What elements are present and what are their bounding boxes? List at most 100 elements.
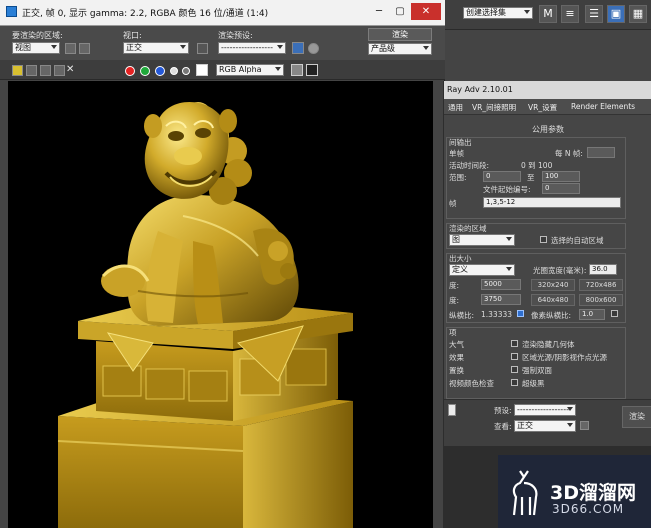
frames-field[interactable]: 1,3,5-12	[483, 197, 621, 208]
preset-dropdown[interactable]: ------------------	[218, 42, 286, 54]
footer-render-button[interactable]: 渲染	[622, 406, 651, 428]
alpha-channel-toggle[interactable]	[170, 67, 178, 75]
render-setup-icon[interactable]	[292, 42, 304, 54]
green-channel-toggle[interactable]	[140, 66, 150, 76]
blue-channel-toggle[interactable]	[155, 66, 165, 76]
preset-320x240[interactable]: 320x240	[531, 279, 575, 291]
render-frame-window: 正交, 帧 0, 显示 gamma: 2.2, RGBA 颜色 16 位/通道 …	[0, 0, 445, 528]
aperture-label: 光圈宽度(毫米):	[533, 266, 587, 275]
range-option[interactable]: 范围:	[449, 172, 467, 183]
environment-icon[interactable]	[308, 43, 319, 54]
opt-super-black: 超级黑	[522, 379, 545, 388]
preset-640x480[interactable]: 640x480	[531, 294, 575, 306]
render-mode-dropdown[interactable]	[448, 404, 456, 416]
copy-image-icon[interactable]	[26, 65, 37, 76]
time-output-label: 间输出	[449, 138, 472, 147]
print-icon[interactable]	[54, 65, 65, 76]
viewport-dropdown[interactable]: 正交	[123, 42, 189, 54]
image-aspect-value: 1.33333	[481, 310, 513, 319]
channel-dropdown[interactable]: RGB Alpha	[216, 64, 284, 76]
preset-800x600[interactable]: 800x600	[579, 294, 623, 306]
footer-preset-dropdown[interactable]: ------------------	[514, 404, 576, 416]
pixel-aspect-field[interactable]: 1.0	[579, 309, 605, 320]
channel-display-icon[interactable]	[291, 64, 303, 76]
area-dropdown[interactable]: 视图	[12, 42, 60, 54]
tab-indirect-illumination[interactable]: VR_间接照明	[472, 102, 516, 113]
tab-vr-settings[interactable]: VR_设置	[528, 102, 557, 113]
mirror-icon[interactable]: M	[539, 5, 557, 23]
aperture-field[interactable]: 36.0	[589, 264, 617, 275]
options-label: 项	[449, 328, 457, 337]
range-end-field[interactable]: 100	[542, 171, 580, 182]
force-2side-checkbox[interactable]	[511, 366, 518, 373]
product-level-dropdown[interactable]: 产品级	[368, 43, 432, 55]
swatch-color[interactable]	[196, 64, 208, 76]
align-icon[interactable]: ≡	[561, 5, 579, 23]
footer-preset-label: 预设:	[494, 406, 512, 415]
tab-common[interactable]: 通用	[448, 102, 463, 113]
lock-aspect-icon[interactable]	[517, 310, 524, 317]
close-icon[interactable]: ✕	[411, 3, 441, 20]
layer-icon[interactable]: ☰	[585, 5, 603, 23]
frame-titlebar: 正交, 帧 0, 显示 gamma: 2.2, RGBA 颜色 16 位/通道 …	[0, 0, 445, 26]
render-frame-icon[interactable]: ▦	[629, 5, 647, 23]
lock-icon[interactable]	[197, 43, 208, 54]
width-field[interactable]: 5000	[481, 279, 521, 290]
clone-frame-icon[interactable]	[40, 65, 51, 76]
auto-region-checkbox[interactable]	[540, 236, 547, 243]
footer-lock-icon[interactable]	[580, 421, 589, 430]
opt-video-check[interactable]: 视频颜色检查	[449, 378, 494, 389]
render-setup-footer: 预设: ------------------ 查看: 正交 渲染	[444, 399, 651, 446]
toggle-ui-icon[interactable]	[306, 64, 318, 76]
opt-displacement[interactable]: 置换	[449, 365, 464, 376]
pixel-aspect-label: 像素纵横比:	[531, 311, 572, 320]
preset-720x486[interactable]: 720x486	[579, 279, 623, 291]
every-n-label: 每 N 帧:	[555, 149, 583, 158]
width-label: 度:	[449, 281, 460, 290]
active-segment-option[interactable]: 活动时间段:	[449, 160, 489, 171]
window-controls: ─ ▢ ✕	[369, 3, 441, 21]
lock-pixel-aspect-icon[interactable]	[611, 310, 618, 317]
auto-region-icon[interactable]	[79, 43, 90, 54]
opt-hidden-geo: 渲染隐藏几何体	[522, 340, 575, 349]
output-size-dropdown[interactable]: 定义	[449, 264, 515, 276]
area-lights-checkbox[interactable]	[511, 353, 518, 360]
render-setup-dialog: Ray Adv 2.10.01 通用 VR_间接照明 VR_设置 Render …	[443, 81, 651, 446]
time-output-group: 间输出 单帧 每 N 帧: 活动时间段: 0 到 100 范围: 0 至 100…	[446, 137, 626, 219]
every-n-field[interactable]	[587, 147, 615, 158]
red-channel-toggle[interactable]	[125, 66, 135, 76]
footer-view-dropdown[interactable]: 正交	[514, 420, 576, 432]
hidden-geo-checkbox[interactable]	[511, 340, 518, 347]
frames-option[interactable]: 帧	[449, 198, 457, 209]
auto-region-label: 选择的自动区域	[551, 236, 604, 245]
file-start-field[interactable]: 0	[542, 183, 580, 194]
deer-logo-icon	[512, 470, 538, 516]
area-to-render-group: 渲染的区域 图 选择的自动区域	[446, 223, 626, 249]
options-group: 项 大气 渲染隐藏几何体 效果 区域光源/阴影视作点光源 置换 强制双面 视频颜…	[446, 327, 626, 399]
render-button[interactable]: 渲染	[368, 28, 432, 41]
clear-icon[interactable]: ✕	[66, 64, 74, 75]
frame-toolbar: 要渲染的区域: 视图 视口: 正交 渲染预设: ----------------…	[0, 26, 445, 60]
area-to-render-dropdown[interactable]: 图	[449, 234, 515, 246]
single-frame-option[interactable]: 单帧	[449, 148, 464, 159]
tab-render-elements[interactable]: Render Elements	[571, 102, 635, 111]
selection-set-dropdown[interactable]: 创建选择集	[463, 7, 533, 19]
opt-effects[interactable]: 效果	[449, 352, 464, 363]
opt-area-lights: 区域光源/阴影视作点光源	[522, 353, 608, 362]
output-size-group: 出大小 定义 光圈宽度(毫米): 36.0 度: 5000 320x240 72…	[446, 253, 626, 323]
viewport-label: 视口:	[123, 31, 142, 40]
opt-atmosphere[interactable]: 大气	[449, 339, 464, 350]
render-setup-toolbar-icon[interactable]: ▣	[607, 5, 625, 23]
minimize-icon[interactable]: ─	[369, 3, 389, 20]
command-panel-strip	[445, 30, 651, 82]
height-field[interactable]: 3750	[481, 294, 521, 305]
footer-view-label: 查看:	[494, 422, 512, 431]
maximize-icon[interactable]: ▢	[390, 3, 410, 20]
common-params-header[interactable]: 公用参数	[444, 124, 651, 136]
range-start-field[interactable]: 0	[483, 171, 521, 182]
edit-region-icon[interactable]	[65, 43, 76, 54]
save-image-icon[interactable]	[12, 65, 23, 76]
preset-label: 渲染预设:	[218, 31, 253, 40]
super-black-checkbox[interactable]	[511, 379, 518, 386]
mono-channel-toggle[interactable]	[182, 67, 190, 75]
